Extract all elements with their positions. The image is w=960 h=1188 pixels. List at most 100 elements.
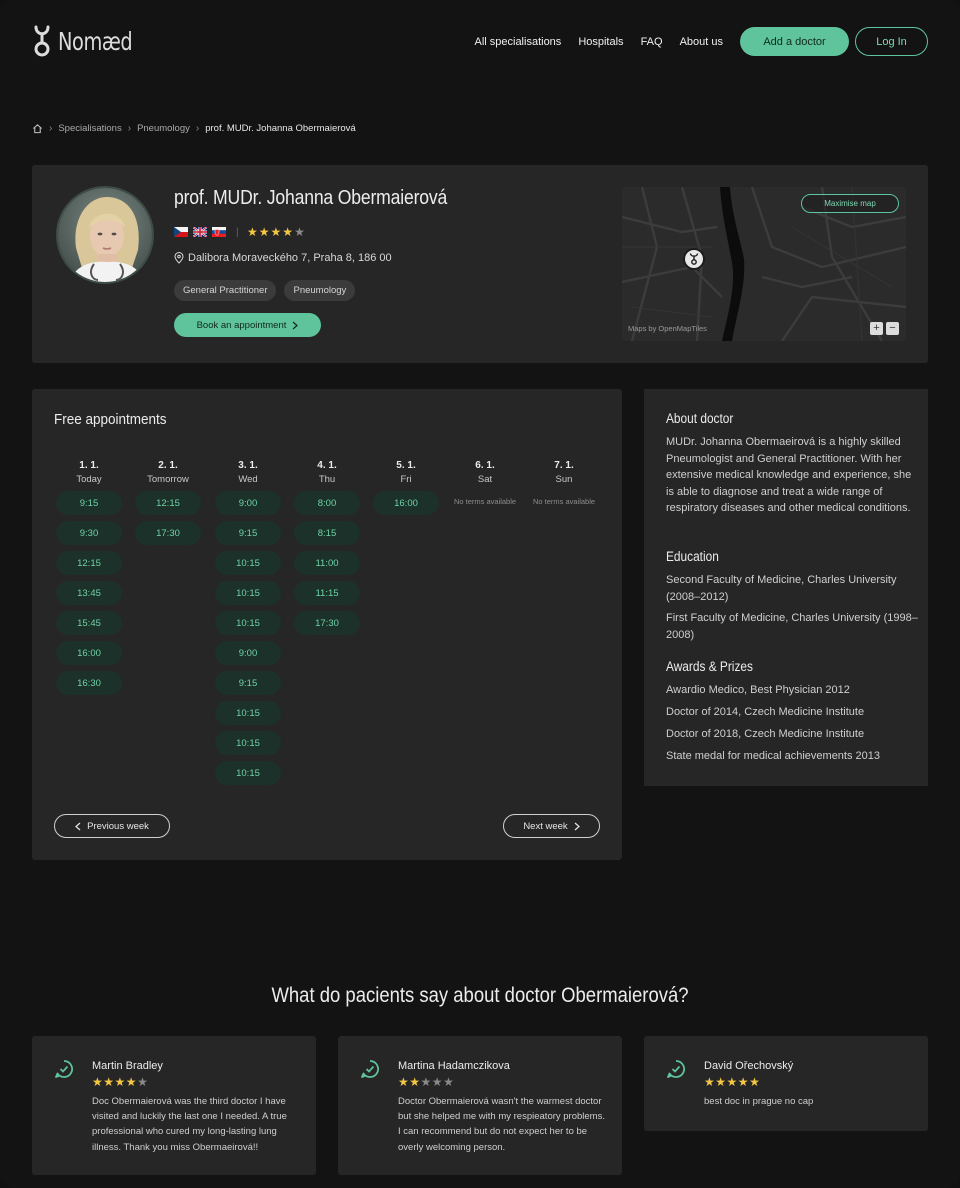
time-slot-button[interactable]: 8:15 (294, 521, 360, 545)
separator: | (236, 227, 239, 238)
day-date: 2. 1. (158, 460, 178, 471)
time-slot-button[interactable]: 10:15 (215, 761, 281, 785)
previous-week-label: Previous week (87, 820, 149, 832)
maximise-map-button[interactable]: Maximise map (801, 194, 899, 213)
time-slot-button[interactable]: 9:00 (215, 641, 281, 665)
time-slot-button[interactable]: 10:15 (215, 701, 281, 725)
verified-check-icon (55, 1060, 73, 1078)
zoom-in-button[interactable]: + (870, 322, 883, 335)
time-slot-button[interactable]: 8:00 (294, 491, 360, 515)
nav-hospitals[interactable]: Hospitals (578, 36, 623, 48)
map-attribution[interactable]: Maps by OpenMapTiles (628, 324, 707, 333)
time-slot-button[interactable]: 9:15 (215, 521, 281, 545)
time-slot-button[interactable]: 10:15 (215, 551, 281, 575)
time-slots: 8:00 8:15 11:00 11:15 17:30 (293, 491, 361, 635)
day-column: 2. 1. Tomorrow 12:15 17:30 (134, 460, 202, 545)
star-filled-icon: ★ (398, 1075, 410, 1089)
verified-check-icon (667, 1060, 685, 1078)
logo[interactable]: Nomæd (32, 24, 144, 58)
review-card: David Ořechovský ★★★★★ best doc in pragu… (644, 1036, 928, 1131)
time-slot-button[interactable]: 15:45 (56, 611, 122, 635)
star-filled-icon: ★ (258, 225, 271, 239)
time-slot-button[interactable]: 9:15 (215, 671, 281, 695)
breadcrumb-specialisations[interactable]: Specialisations (58, 123, 121, 134)
time-slot-button[interactable]: 10:15 (215, 731, 281, 755)
time-slot-button[interactable]: 9:15 (56, 491, 122, 515)
add-doctor-button[interactable]: Add a doctor (740, 27, 849, 56)
tag-pneumology[interactable]: Pneumology (284, 280, 356, 301)
time-slot-button[interactable]: 12:15 (56, 551, 122, 575)
time-slot-button[interactable]: 9:00 (215, 491, 281, 515)
nav-all-specialisations[interactable]: All specialisations (474, 36, 561, 48)
awards-heading: Awards & Prizes (666, 659, 753, 674)
logo-text: Nomæd (58, 26, 133, 56)
time-slots: 16:00 (372, 491, 440, 515)
zoom-out-button[interactable]: − (886, 322, 899, 335)
day-date: 1. 1. (79, 460, 99, 471)
time-slot-button[interactable]: 16:00 (373, 491, 439, 515)
review-text: Doctor Obermaierová wasn't the warmest d… (398, 1096, 605, 1153)
breadcrumb: › Specialisations › Pneumology › prof. M… (32, 123, 356, 134)
previous-week-button[interactable]: Previous week (54, 814, 170, 838)
breadcrumb-pneumology[interactable]: Pneumology (137, 123, 190, 134)
chevron-right-icon: › (127, 123, 132, 134)
day-column: 7. 1. Sun No terms available (530, 460, 598, 508)
star-filled-icon: ★ (409, 1075, 421, 1089)
time-slot-button[interactable]: 17:30 (135, 521, 201, 545)
time-slot-button[interactable]: 16:30 (56, 671, 122, 695)
map-zoom-controls: + − (870, 322, 899, 335)
nav-about-us[interactable]: About us (680, 36, 723, 48)
award-item: Doctor of 2014, Czech Medicine Institute (666, 706, 865, 718)
home-icon[interactable] (32, 123, 43, 134)
chevron-left-icon (75, 822, 81, 830)
next-week-label: Next week (523, 820, 568, 832)
next-week-button[interactable]: Next week (503, 814, 600, 838)
star-empty-icon: ★ (431, 1075, 444, 1089)
doctor-address: Dalibora Moraveckého 7, Praha 8, 186 00 (174, 252, 392, 264)
award-item: State medal for medical achievements 201… (666, 750, 881, 762)
day-column: 5. 1. Fri 16:00 (372, 460, 440, 515)
award-item: Doctor of 2018, Czech Medicine Institute (666, 728, 865, 740)
time-slot-button[interactable]: 11:15 (294, 581, 360, 605)
chevron-right-icon (574, 822, 580, 830)
no-terms-label: No terms available (453, 497, 517, 506)
star-empty-icon: ★ (294, 225, 306, 239)
review-rating: ★★★★★ (704, 1075, 760, 1089)
hospital-marker-icon (683, 248, 705, 270)
location-map[interactable]: Maximise map Maps by OpenMapTiles + − (622, 187, 906, 341)
time-slots: 9:15 9:30 12:15 13:45 15:45 16:00 16:30 (55, 491, 123, 695)
time-slot-button[interactable]: 9:30 (56, 521, 122, 545)
star-filled-icon: ★ (749, 1075, 761, 1089)
review-author: Martina Hadamczikova (398, 1060, 510, 1072)
chevron-right-icon: › (49, 123, 53, 134)
time-slot-button[interactable]: 17:30 (294, 611, 360, 635)
time-slot-button[interactable]: 10:15 (215, 581, 281, 605)
logo-mark-icon (34, 25, 50, 57)
free-appointments-panel: Free appointments 1. 1. Today 9:15 9:30 12:1… (32, 389, 622, 860)
tag-general-practitioner[interactable]: General Practitioner (174, 280, 277, 301)
main-nav: All specialisations Hospitals FAQ About … (474, 27, 928, 56)
day-date: 3. 1. (238, 460, 258, 471)
star-filled-icon: ★ (247, 225, 259, 239)
review-rating: ★★★★★ (398, 1075, 454, 1089)
time-slot-button[interactable]: 12:15 (135, 491, 201, 515)
nav-faq[interactable]: FAQ (641, 36, 663, 48)
sk-flag-icon (212, 227, 226, 237)
time-slot-button[interactable]: 11:00 (294, 551, 360, 575)
login-button[interactable]: Log In (855, 27, 928, 56)
time-slot-button[interactable]: 16:00 (56, 641, 122, 665)
day-name: Wed (238, 474, 258, 485)
star-filled-icon: ★ (715, 1075, 727, 1089)
review-card: Martina Hadamczikova ★★★★★ Doctor Oberma… (338, 1036, 622, 1175)
breadcrumb-current: prof. MUDr. Johanna Obermaierová (205, 123, 356, 134)
verified-check-icon (361, 1060, 379, 1078)
book-appointment-button[interactable]: Book an appointment (174, 313, 321, 337)
day-name: Thu (318, 474, 336, 485)
time-slot-button[interactable]: 10:15 (215, 611, 281, 635)
star-filled-icon: ★ (282, 225, 295, 239)
star-filled-icon: ★ (103, 1075, 115, 1089)
chevron-right-icon (292, 321, 299, 329)
chevron-right-icon: › (195, 123, 200, 134)
day-column: 6. 1. Sat No terms available (451, 460, 519, 508)
time-slot-button[interactable]: 13:45 (56, 581, 122, 605)
